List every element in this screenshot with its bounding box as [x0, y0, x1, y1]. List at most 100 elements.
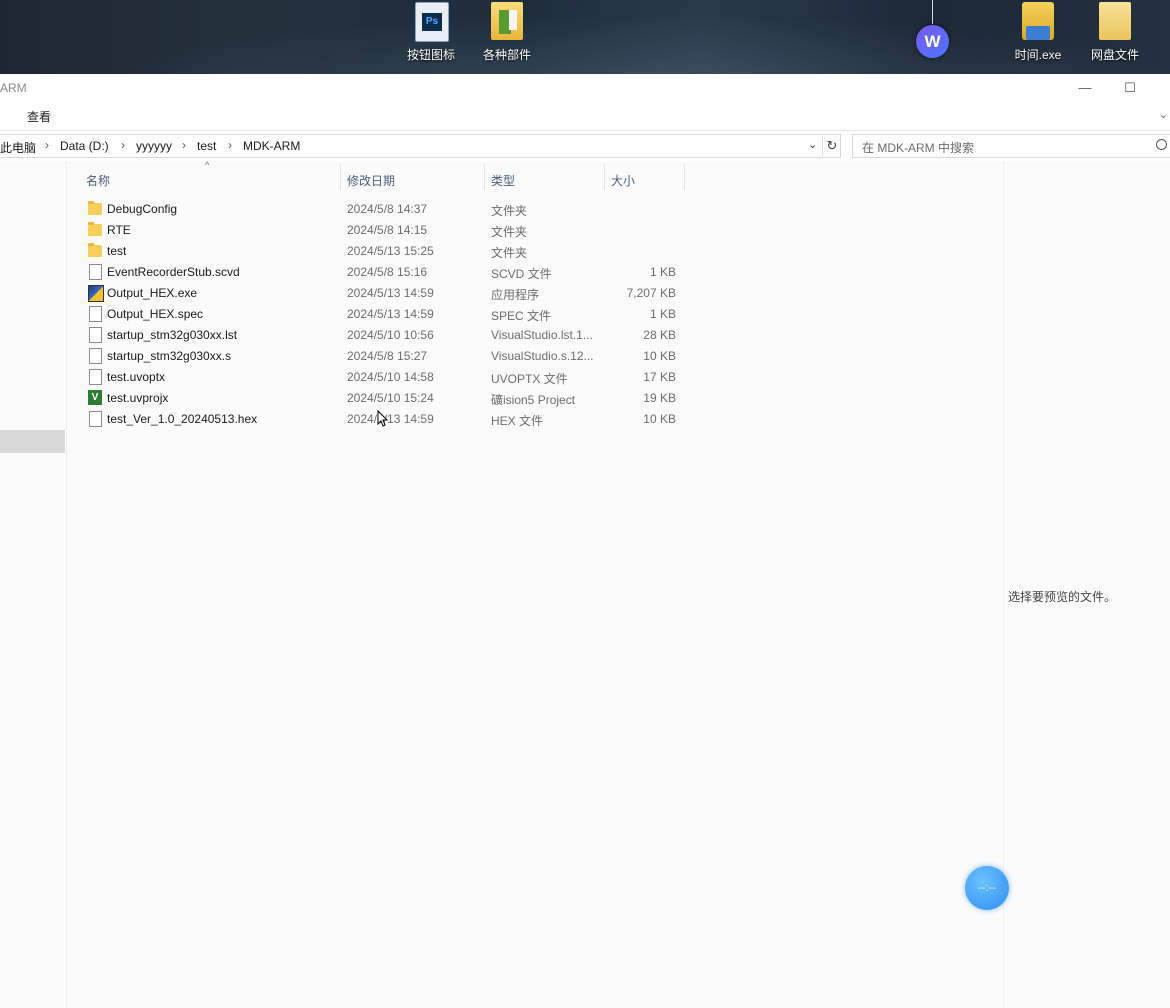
file-name: EventRecorderStub.scvd	[107, 265, 240, 279]
file-date: 2024/5/10 10:56	[347, 328, 434, 342]
exe-icon	[1022, 2, 1054, 40]
file-size: 1 KB	[649, 307, 676, 321]
search-input[interactable]: 在 MDK-ARM 中搜索	[852, 134, 1170, 158]
address-row: 此电脑 › Data (D:) › yyyyyy › test › MDK-AR…	[0, 131, 1170, 161]
ribbon-expand-icon[interactable]: ⌄	[1159, 108, 1168, 121]
file-row[interactable]: startup_stm32g030xx.s 2024/5/8 15:27 Vis…	[80, 345, 700, 366]
file-icon	[89, 369, 102, 385]
file-row[interactable]: EventRecorderStub.scvd 2024/5/8 15:16 SC…	[80, 261, 700, 282]
photoshop-file-icon	[415, 2, 449, 42]
window-titlebar: ARM — ☐	[0, 74, 1170, 102]
file-icon	[89, 327, 102, 343]
badge-string	[932, 0, 933, 24]
file-date: 2024/5/13 15:25	[347, 244, 434, 258]
column-divider[interactable]	[684, 164, 685, 190]
file-row[interactable]: test_Ver_1.0_20240513.hex 2024/5/13 14:5…	[80, 408, 700, 429]
file-icon	[89, 306, 102, 322]
file-size: 19 KB	[643, 391, 676, 405]
file-date: 2024/5/13 14:59	[347, 307, 434, 321]
file-row[interactable]: test.uvoptx 2024/5/10 14:58 UVOPTX 文件 17…	[80, 366, 700, 387]
folder-icon	[88, 222, 102, 236]
breadcrumb-separator-icon[interactable]: ›	[228, 138, 232, 152]
folder-icon	[88, 201, 102, 215]
file-name: test_Ver_1.0_20240513.hex	[107, 412, 258, 426]
column-header-date[interactable]: 修改日期	[341, 164, 484, 190]
desktop-background	[0, 0, 1170, 74]
file-size: 7,207 KB	[626, 286, 676, 300]
file-name: RTE	[107, 223, 131, 237]
navigation-pane[interactable]	[0, 161, 67, 1008]
tab-view[interactable]: 查看	[27, 108, 51, 125]
file-type: VisualStudio.s.12...	[491, 349, 594, 363]
file-row[interactable]: RTE 2024/5/8 14:15 文件夹	[80, 219, 700, 240]
file-size: 17 KB	[643, 370, 676, 384]
file-name: startup_stm32g030xx.s	[107, 349, 232, 363]
search-icon[interactable]	[1156, 139, 1167, 150]
desktop-icon-label: 各种部件	[482, 48, 531, 62]
exe-icon	[88, 285, 104, 302]
file-type: 文件夹	[491, 204, 528, 218]
maximize-button[interactable]: ☐	[1118, 78, 1142, 98]
file-name: test	[107, 244, 127, 258]
file-size: 28 KB	[643, 328, 676, 342]
file-name: test.uvprojx	[107, 391, 169, 405]
file-row[interactable]: Output_HEX.spec 2024/5/13 14:59 SPEC 文件 …	[80, 303, 700, 324]
file-type: 应用程序	[491, 288, 540, 302]
file-name: Output_HEX.exe	[107, 286, 198, 300]
file-row[interactable]: V test.uvprojx 2024/5/10 15:24 礦ision5 P…	[80, 387, 700, 408]
floating-assistant-button[interactable]: --:--	[965, 866, 1009, 910]
file-row[interactable]: DebugConfig 2024/5/8 14:37 文件夹	[80, 198, 700, 219]
nav-selected-item[interactable]	[0, 430, 65, 453]
refresh-icon[interactable]: ↻	[822, 136, 841, 156]
column-header-size[interactable]: 大小	[605, 164, 684, 190]
breadcrumb-yyyyyy[interactable]: yyyyyy	[136, 139, 172, 153]
file-row[interactable]: startup_stm32g030xx.lst 2024/5/10 10:56 …	[80, 324, 700, 345]
ribbon: 查看 ⌄	[0, 102, 1170, 131]
file-date: 2024/5/8 14:37	[347, 202, 428, 216]
breadcrumb-separator-icon[interactable]: ›	[121, 138, 125, 152]
breadcrumb-test[interactable]: test	[197, 139, 216, 153]
breadcrumb-mdk-arm[interactable]: MDK-ARM	[243, 139, 300, 153]
preview-empty-message: 选择要预览的文件。	[1008, 590, 1117, 604]
file-size: 10 KB	[643, 412, 676, 426]
file-date: 2024/5/8 15:27	[347, 349, 428, 363]
breadcrumb-data-drive[interactable]: Data (D:)	[60, 139, 109, 153]
file-type: 文件夹	[491, 225, 528, 239]
desktop-icon-label: 网盘文件	[1090, 48, 1139, 62]
window-title: ARM	[0, 81, 27, 95]
column-header-name[interactable]: 名称	[80, 164, 340, 190]
file-type: VisualStudio.lst.1...	[491, 328, 593, 342]
breadcrumb-separator-icon[interactable]: ›	[182, 138, 186, 152]
file-name: DebugConfig	[107, 202, 178, 216]
folder-icon	[88, 243, 102, 257]
file-row[interactable]: test 2024/5/13 15:25 文件夹	[80, 240, 700, 261]
column-header-type[interactable]: 类型	[485, 164, 604, 190]
file-type: SCVD 文件	[491, 267, 552, 281]
folder-icon	[1099, 2, 1131, 40]
file-date: 2024/5/13 14:59	[347, 286, 434, 300]
file-type: SPEC 文件	[491, 309, 552, 323]
minimize-button[interactable]: —	[1073, 78, 1097, 98]
file-icon	[89, 411, 102, 427]
file-name: test.uvoptx	[107, 370, 166, 384]
file-type: UVOPTX 文件	[491, 372, 568, 386]
uvision-project-icon: V	[88, 390, 102, 405]
file-name: startup_stm32g030xx.lst	[107, 328, 238, 342]
breadcrumb-separator-icon[interactable]: ›	[45, 138, 49, 152]
address-history-dropdown-icon[interactable]: ⌄	[808, 138, 817, 151]
folder-icon	[491, 2, 523, 40]
address-bar[interactable]: 此电脑 › Data (D:) › yyyyyy › test › MDK-AR…	[0, 134, 841, 158]
search-placeholder: 在 MDK-ARM 中搜索	[862, 141, 974, 155]
file-size: 10 KB	[643, 349, 676, 363]
file-date: 2024/5/10 15:24	[347, 391, 434, 405]
breadcrumb-this-pc[interactable]: 此电脑	[0, 139, 36, 156]
file-row[interactable]: Output_HEX.exe 2024/5/13 14:59 应用程序 7,20…	[80, 282, 700, 303]
file-date: 2024/5/13 14:59	[347, 412, 434, 426]
file-size: 1 KB	[649, 265, 676, 279]
file-type: 礦ision5 Project	[491, 393, 576, 407]
desktop-icon-label: 按钮图标	[406, 48, 455, 62]
file-date: 2024/5/10 14:58	[347, 370, 434, 384]
w-app-badge-icon[interactable]: W	[916, 25, 949, 58]
file-icon	[89, 348, 102, 364]
file-date: 2024/5/8 15:16	[347, 265, 428, 279]
